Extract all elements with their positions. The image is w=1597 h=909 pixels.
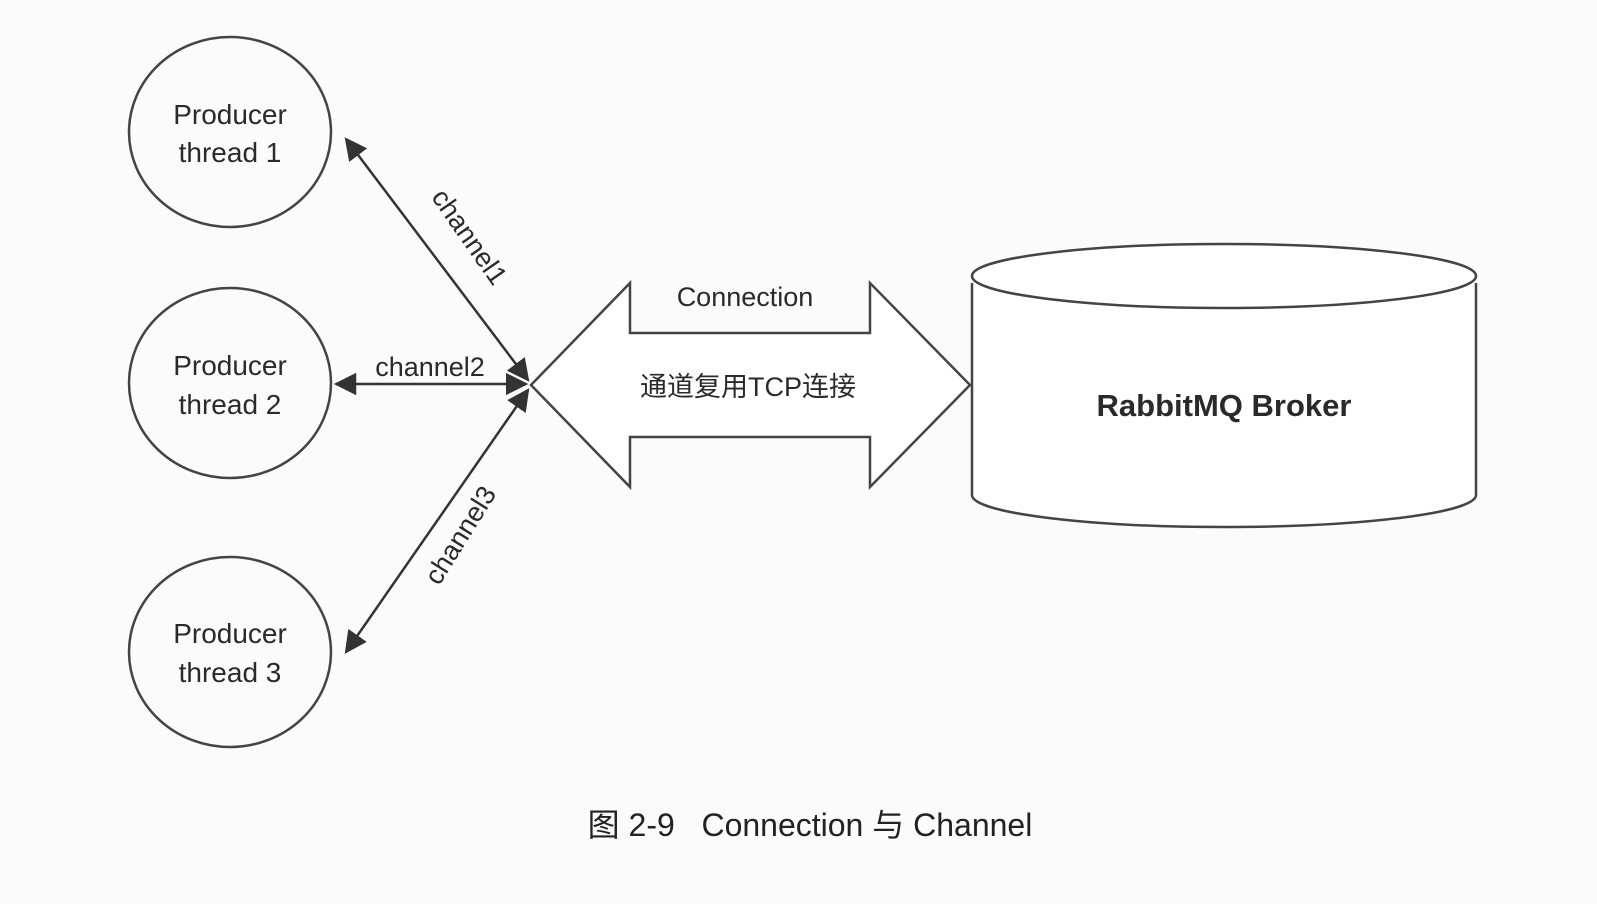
producer-circle xyxy=(127,286,333,480)
producer-label-line2: thread 1 xyxy=(179,137,282,168)
producer-label-line1: Producer xyxy=(173,99,287,130)
producer-circle xyxy=(127,555,333,749)
connection-sublabel: 通道复用TCP连接 xyxy=(640,372,856,402)
channel1-label: channel1 xyxy=(426,183,513,290)
producer-label-line1: Producer xyxy=(173,350,287,381)
broker-label: RabbitMQ Broker xyxy=(1097,388,1352,423)
channel3-arrow xyxy=(344,388,530,654)
producer-circle xyxy=(127,35,333,229)
producer-label-line1: Producer xyxy=(173,618,287,649)
producer-thread-3: Producer thread 3 xyxy=(127,555,333,749)
producer-label-line2: thread 2 xyxy=(179,389,282,420)
producer-label-line2: thread 3 xyxy=(179,657,282,688)
connection-label: Connection xyxy=(677,282,814,312)
producer-thread-1: Producer thread 1 xyxy=(127,35,333,229)
producer-thread-2: Producer thread 2 xyxy=(127,286,333,480)
channel2-label: channel2 xyxy=(375,352,485,382)
connection-channel-diagram: Producer thread 1 Producer thread 2 Prod… xyxy=(127,35,1478,843)
cylinder-top xyxy=(970,242,1478,310)
rabbitmq-broker-cylinder: RabbitMQ Broker xyxy=(970,242,1478,529)
channel3-label: channel3 xyxy=(419,481,503,590)
figure-caption: 图 2-9 Connection 与 Channel xyxy=(588,807,1033,843)
diagram-canvas: Producer thread 1 Producer thread 2 Prod… xyxy=(0,0,1597,904)
